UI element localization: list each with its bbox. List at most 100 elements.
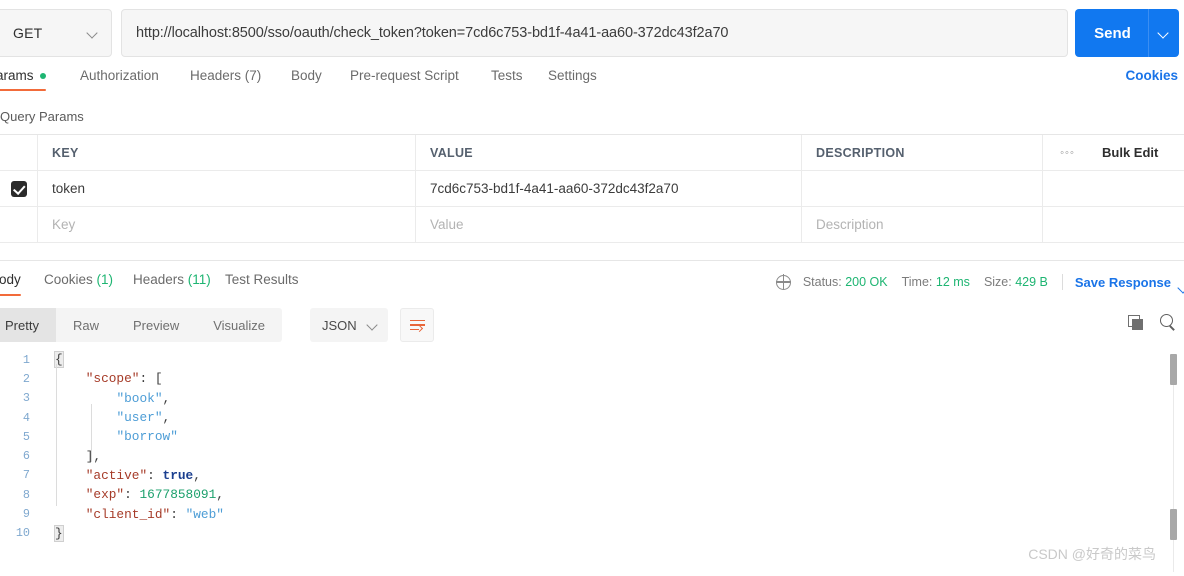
row-enabled-checkbox[interactable] <box>10 180 27 197</box>
time-label: Time: <box>901 275 933 289</box>
table-bottom-border <box>0 242 1184 243</box>
wrap-lines-button[interactable] <box>400 308 434 342</box>
empty-row-spacer <box>1042 206 1092 243</box>
line-number: 5 <box>22 429 30 444</box>
view-mode-raw[interactable]: Raw <box>56 308 116 342</box>
query-params-title: Query Params <box>0 109 84 124</box>
wrap-text-icon <box>409 319 425 332</box>
url-input[interactable]: http://localhost:8500/sso/oauth/check_to… <box>121 9 1068 57</box>
view-mode-preview[interactable]: Preview <box>116 308 196 342</box>
code-token: "active" <box>85 467 148 483</box>
unsaved-dot-icon <box>39 73 46 80</box>
code-token: ], <box>85 448 102 464</box>
code-line-text: "client_id": "web" <box>36 507 224 522</box>
response-tab-headers[interactable]: Headers (11) <box>133 272 211 287</box>
code-token: , <box>193 467 201 483</box>
code-line-text: "borrow" <box>36 429 178 445</box>
code-token: } <box>54 524 64 542</box>
row-spacer-2 <box>1092 171 1184 207</box>
param-key[interactable]: token <box>52 181 85 196</box>
response-format-selector[interactable]: JSON <box>310 308 388 342</box>
view-mode-visualize[interactable]: Visualize <box>196 308 282 342</box>
fold-guide-line <box>56 364 57 506</box>
response-tab-cookies[interactable]: Cookies (1) <box>44 272 113 287</box>
response-tab-cookies-label: Cookies <box>44 272 93 287</box>
value-placeholder[interactable]: Value <box>430 217 464 232</box>
code-token: "borrow" <box>116 429 178 445</box>
code-token: , <box>162 390 171 406</box>
cookies-link[interactable]: Cookies <box>1125 68 1178 83</box>
code-line-text: "scope": [ <box>36 371 163 386</box>
code-token: : <box>139 371 155 387</box>
row-checkbox-cell[interactable] <box>0 170 38 207</box>
response-tab-test-results[interactable]: Test Results <box>225 272 299 287</box>
status-label: Status: <box>802 275 842 289</box>
param-value[interactable]: 7cd6c753-bd1f-4a41-aa60-372dc43f2a70 <box>430 181 678 196</box>
key-placeholder[interactable]: Key <box>52 217 75 232</box>
body-scrollbar-thumb-bottom[interactable] <box>1170 509 1177 540</box>
pane-divider[interactable] <box>0 260 1184 261</box>
code-line-text: "exp": 1677858091, <box>36 487 224 502</box>
search-icon[interactable] <box>1160 314 1176 330</box>
view-mode-pretty[interactable]: Pretty <box>0 308 56 342</box>
globe-icon <box>775 274 791 290</box>
code-line: 9 "client_id": "web" <box>0 504 1184 523</box>
chevron-down-icon <box>1158 27 1170 39</box>
send-options-button[interactable] <box>1149 27 1179 39</box>
bulk-edit-button[interactable]: Bulk Edit <box>1102 145 1158 160</box>
empty-row-spacer-2 <box>1092 207 1184 243</box>
code-token: : <box>170 506 186 522</box>
code-token: true <box>162 467 194 483</box>
code-token: : <box>147 467 163 483</box>
code-line-text: } <box>36 524 64 542</box>
tab-settings[interactable]: Settings <box>548 68 597 83</box>
empty-row-checkbox-cell <box>0 206 38 243</box>
fold-guide-line-inner <box>91 404 92 462</box>
copy-icon[interactable] <box>1128 314 1143 330</box>
time-badge: Time: 12 ms <box>902 275 970 289</box>
send-button[interactable]: Send <box>1075 9 1179 57</box>
code-token: : <box>124 487 140 503</box>
save-response-button[interactable]: Save Response <box>1075 275 1171 290</box>
send-button-label: Send <box>1094 24 1131 42</box>
code-line: 8 "exp": 1677858091, <box>0 485 1184 504</box>
response-tab-body[interactable]: Body <box>0 272 21 296</box>
url-text: http://localhost:8500/sso/oauth/check_to… <box>136 25 729 41</box>
response-tab-body-label: Body <box>0 272 21 287</box>
active-tab-underline <box>0 293 21 296</box>
tab-headers[interactable]: Headers (7) <box>190 68 261 83</box>
http-method-selector[interactable]: GET <box>0 9 112 57</box>
tab-body[interactable]: Body <box>291 68 322 83</box>
column-header-value: VALUE <box>430 145 473 160</box>
tab-tests[interactable]: Tests <box>491 68 523 83</box>
code-line: 5 "borrow" <box>0 427 1184 446</box>
active-tab-underline <box>0 88 46 91</box>
query-params-table: KEY VALUE DESCRIPTION ◦◦◦ Bulk Edit toke… <box>0 134 1184 243</box>
tab-authorization[interactable]: Authorization <box>80 68 159 83</box>
column-header-description: DESCRIPTION <box>816 145 905 160</box>
size-badge: Size: 429 B <box>984 275 1048 289</box>
line-number: 7 <box>22 468 30 483</box>
code-line: 3 "book", <box>0 389 1184 408</box>
line-number: 9 <box>22 507 30 522</box>
response-body-code[interactable]: 1{2 "scope": [3 "book", 4 "user", 5 "borro… <box>0 350 1184 576</box>
more-options-icon[interactable]: ◦◦◦ <box>1060 147 1075 159</box>
code-token: , <box>162 410 171 426</box>
description-placeholder[interactable]: Description <box>816 217 884 232</box>
row-spacer <box>1042 170 1092 207</box>
body-scrollbar-thumb-top[interactable] <box>1170 354 1177 385</box>
code-line: 6 ], <box>0 446 1184 465</box>
code-line-text: "active": true, <box>36 468 201 483</box>
line-number: 8 <box>22 487 30 502</box>
http-method-label: GET <box>13 25 43 41</box>
tab-pre-request-script[interactable]: Pre-request Script <box>350 68 459 83</box>
tab-params[interactable]: Params <box>0 68 46 91</box>
line-number: 2 <box>22 371 30 386</box>
line-number: 6 <box>22 449 30 464</box>
